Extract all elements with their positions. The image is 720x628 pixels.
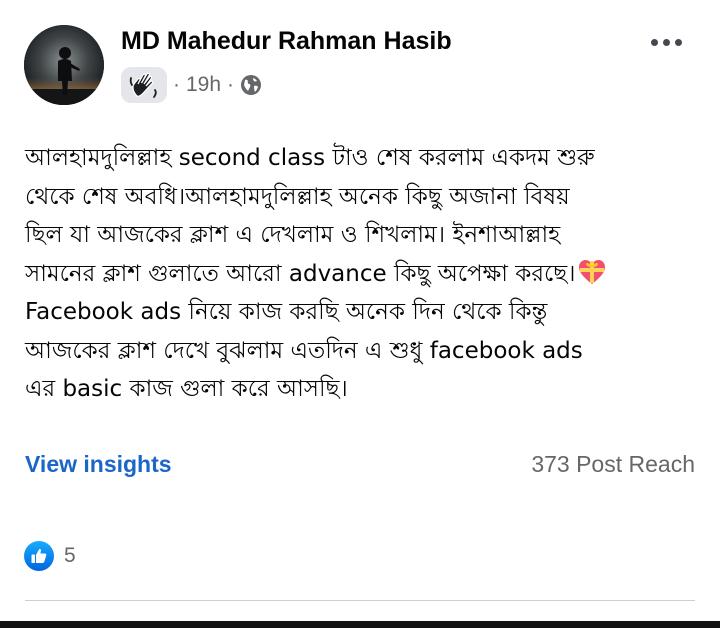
reaction-count: 5 [64,544,76,567]
post-meta: · 19h · [121,67,262,103]
more-dot-icon [650,38,658,46]
post-text-line-with-emoji: সামনের ক্লাশ গুলাতে আরো advance কিছু অপে… [25,255,705,294]
globe-icon[interactable] [240,74,262,96]
author-avatar[interactable] [24,25,104,105]
post-text-line: ছিল যা আজকের ক্লাশ এ দেখলাম ও শিখলাম। ইন… [25,222,561,248]
like-icon [24,541,54,571]
waving-hand-badge[interactable] [121,67,167,103]
post-text-line: আজকের ক্লাশ দেখে বুঝলাম এতদিন এ শুধু fac… [25,337,583,364]
post-text-line: থেকে শেষ অবধি।আলহামদুলিল্লাহ অনেক কিছু অ… [25,183,570,210]
divider [25,600,695,601]
post-time[interactable]: 19h [186,73,221,97]
meta-separator: · [227,73,235,96]
avatar-photo [24,25,104,105]
post-text-line: এর basic কাজ গুলা করে আসছি। [25,376,348,402]
more-options-button[interactable] [646,32,686,52]
post-text: আলহামদুলিল্লাহ second class টাও শেষ করলা… [25,139,705,409]
meta-separator: · [173,73,180,96]
heart-with-ribbon-icon [577,258,607,299]
reactions-summary[interactable]: 5 [24,541,76,571]
more-dot-icon [662,38,670,46]
view-insights-link[interactable]: View insights [25,451,172,478]
bottom-edge-bar [0,621,720,628]
post-text-line: Facebook ads নিয়ে কাজ করছি অনেক দিন থেক… [25,299,548,325]
post-card: MD Mahedur Rahman Hasib · 19h · আলহামদুল [0,0,720,628]
waving-hand-icon [129,72,157,98]
more-dot-icon [674,38,682,46]
post-text-line: আলহামদুলিল্লাহ second class টাও শেষ করলা… [25,145,595,171]
post-text-line: সামনের ক্লাশ গুলাতে আরো advance কিছু অপে… [25,260,576,287]
author-name[interactable]: MD Mahedur Rahman Hasib [121,27,452,56]
post-reach-count: 373 Post Reach [531,451,695,477]
